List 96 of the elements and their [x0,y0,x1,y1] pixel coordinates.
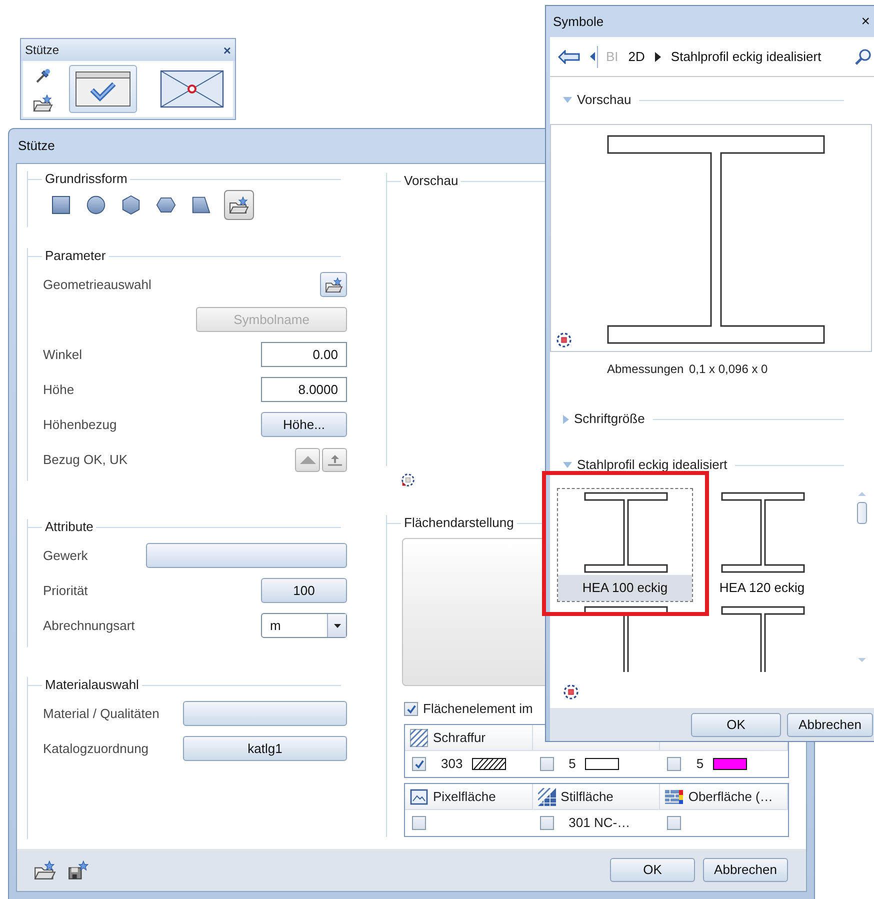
style-icon [538,788,556,806]
snap-point-icon[interactable] [556,332,572,348]
close-button[interactable]: × [861,14,870,29]
symbol-label: HEA 120 eckig [718,579,806,598]
section-label: Schriftgröße [574,410,645,428]
checkbox[interactable] [412,757,426,771]
breadcrumb-item[interactable]: Stahlprofil eckig idealisiert [670,46,822,66]
field-button[interactable]: katlg1 [183,736,347,761]
chevron-right-icon [654,52,661,62]
column-header: Pixelfläche [433,788,496,806]
arrow-up-icon [328,454,342,466]
search-icon[interactable] [854,48,872,66]
checkbox[interactable] [667,816,682,830]
checkbox[interactable] [404,702,418,716]
envelope-icon [160,70,224,108]
table-cell-text: 301 NC-… [568,814,630,832]
hexagon-flat-icon [156,195,176,215]
snap-point-icon[interactable] [401,473,415,487]
save-icon[interactable] [68,860,90,880]
group-label: Parameter [44,247,107,266]
field-label: Höhe [43,382,74,396]
table-cell-text: 5 [568,755,576,774]
group-label: Vorschau [403,172,460,190]
symbol-label: HEA 100 eckig [558,575,692,601]
back-arrow-icon[interactable] [558,50,580,64]
folder-button[interactable] [320,272,347,297]
folder-icon [324,276,342,292]
input-field[interactable]: 0.00 [261,342,347,367]
field-label: Material / Qualitäten [43,706,160,720]
field-label: Gewerk [43,548,88,562]
ok-button[interactable]: OK [691,712,781,736]
dropdown-field[interactable]: m [261,613,347,638]
breadcrumb-item[interactable]: 2D [628,46,645,66]
field-label: Abrechnungsart [43,618,135,632]
mode-button[interactable] [69,65,137,113]
hatch-swatch [472,758,506,770]
square-icon [51,195,71,215]
table-cell-text: 303 [440,755,463,774]
trapezoid-icon [191,195,211,215]
caret-icon [334,624,340,628]
window-title: Symbole [553,12,604,31]
field-label: Winkel [43,346,82,362]
hexagon-icon [121,195,141,215]
scroll-thumb[interactable] [857,502,867,524]
field-button[interactable]: 100 [261,578,347,603]
hatch-icon [410,728,428,746]
checkbox[interactable] [667,757,682,771]
window-title: Stütze [25,42,60,59]
field-label: Geometrieauswahl [43,276,152,292]
checkbox[interactable] [540,757,554,771]
window-title: Stütze [18,137,55,156]
section-label: Vorschau [577,91,632,110]
square-shape-button[interactable] [49,193,73,217]
field-label: Höhenbezug [43,416,117,432]
folder-icon [229,195,249,215]
column-header: Schraffur [433,728,486,747]
column-header: Stilfläche [560,788,614,806]
symbol-tile[interactable]: HEA 100 eckig [557,488,693,602]
group-label: Materialauswahl [44,676,140,694]
triangle-icon [300,455,316,464]
dimensions-value: 0,1 x 0,096 x 0 [689,361,768,378]
group-label: Grundrissform [44,170,128,188]
column-header: Oberfläche (… [688,788,773,806]
snap-point-icon[interactable] [563,684,579,700]
pipette-icon[interactable] [35,68,51,84]
folder-icon[interactable] [34,860,56,880]
pixel-icon [410,788,428,806]
symbol-tile[interactable]: HEA 120 eckig [694,488,830,602]
checkbox[interactable] [540,816,554,830]
cancel-button[interactable]: Abbrechen [703,858,788,882]
top-reference-button[interactable] [295,448,320,472]
dimensions-label: Abmessungen [607,362,684,376]
field-label: Priorität [43,582,88,598]
field-label: Katalogzuordnung [43,740,149,756]
cancel-button[interactable]: Abbrechen [787,712,873,736]
ok-button[interactable]: OK [610,858,695,882]
group-label: Flächendarstellung [403,514,515,532]
scroll-left-icon[interactable] [590,52,595,61]
input-field[interactable]: 8.0000 [261,377,347,402]
table-cell-text: 5 [695,755,704,774]
folder-shape-button[interactable] [224,190,254,220]
group-label: Attribute [44,518,94,536]
field-button[interactable]: Höhe... [261,412,347,437]
section-label: Stahlprofil eckig idealisiert [577,456,728,474]
checkmark-icon [74,70,132,108]
circle-icon [86,195,106,215]
checkbox[interactable] [412,816,426,830]
circle-shape-button[interactable] [84,193,108,217]
bottom-reference-button[interactable] [322,448,347,472]
checkbox-label: Flächenelement im [423,700,533,718]
folder-icon[interactable] [33,94,53,112]
surface-icon [665,788,684,806]
close-button[interactable]: × [223,44,231,56]
field-button[interactable] [183,701,347,726]
field-label: Bezug OK, UK [43,452,128,466]
field-button[interactable] [146,543,347,568]
